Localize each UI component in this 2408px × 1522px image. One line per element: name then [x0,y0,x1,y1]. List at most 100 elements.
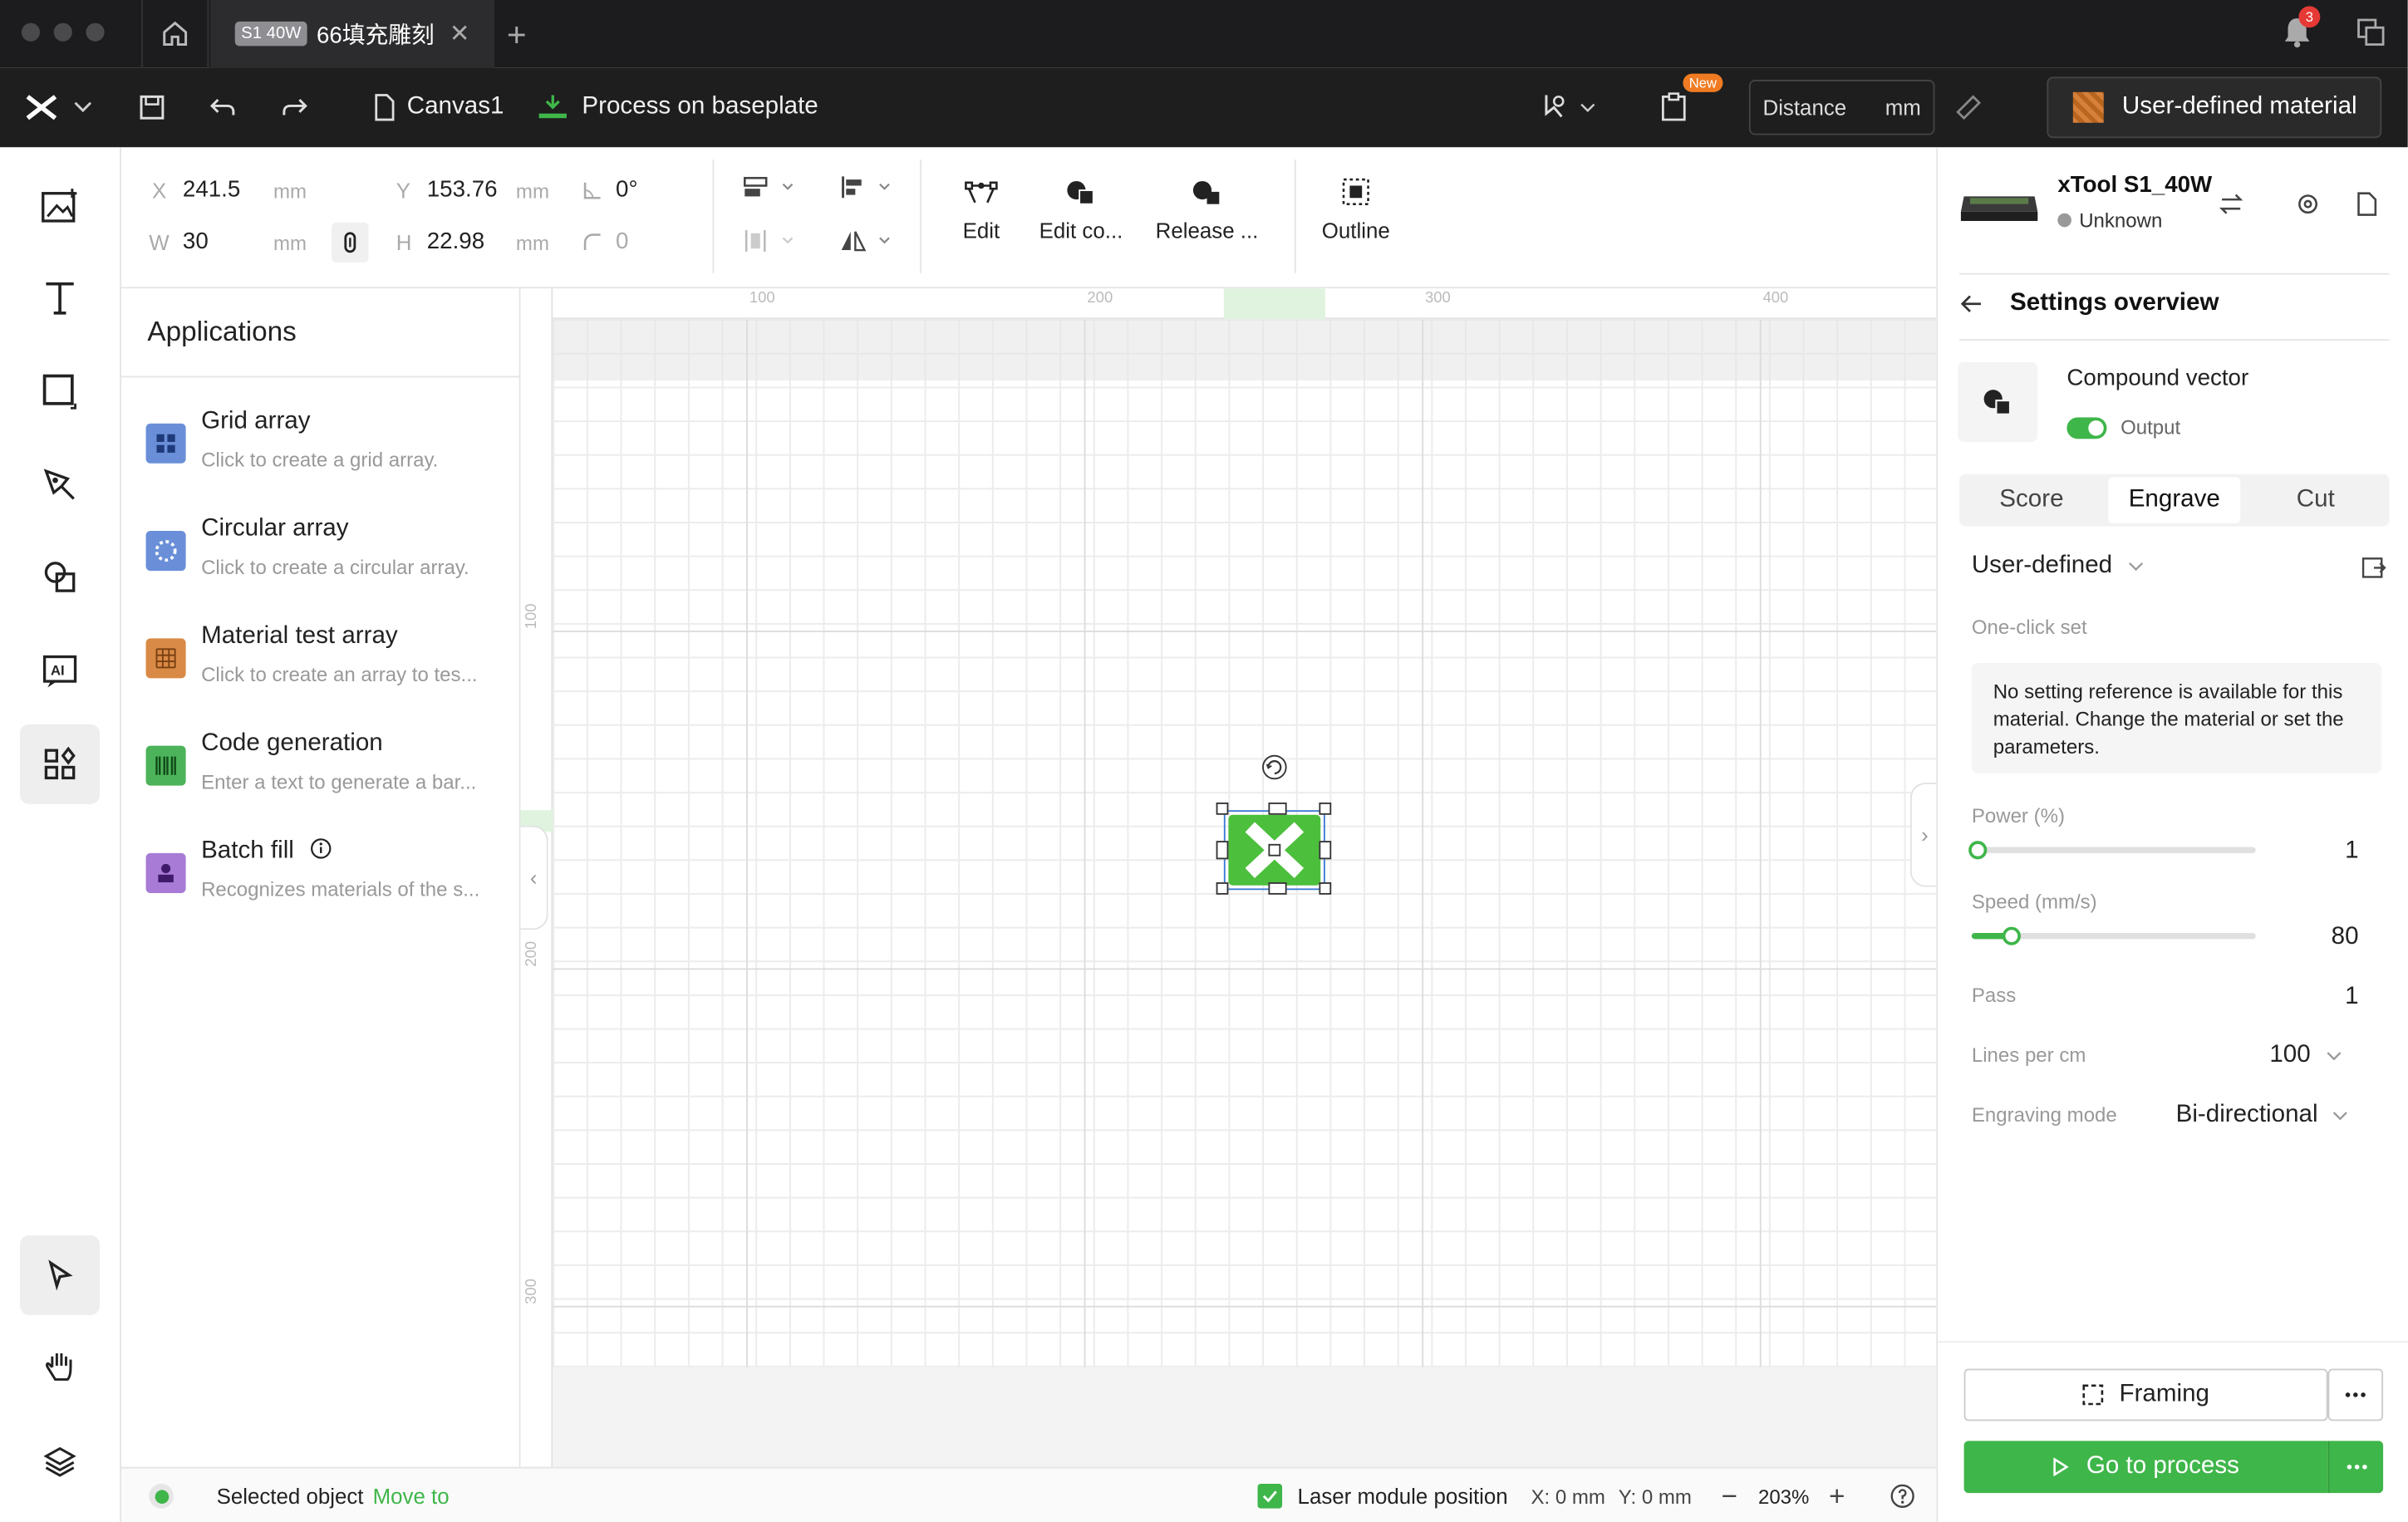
window-switch-button[interactable] [2357,18,2385,53]
edit-label: Edit [962,218,1000,243]
framing-button[interactable]: Framing [1963,1368,2328,1421]
compound-edit-icon [1067,180,1094,205]
clipboard-icon [1661,92,1686,121]
minimize-window-button[interactable] [53,22,72,42]
move-to-link[interactable]: Move to [373,1484,450,1509]
applications-tool-button[interactable] [20,724,101,804]
resize-handle[interactable] [1319,882,1332,895]
image-tool-button[interactable] [20,165,100,245]
grid-array-item[interactable]: Grid array Click to create a grid array. [145,408,499,500]
circular-array-item[interactable]: Circular array Click to create a circula… [145,516,499,608]
home-button[interactable] [141,0,209,68]
tab-cut[interactable]: Cut [2249,477,2381,523]
speed-slider-knob[interactable] [2002,926,2021,945]
power-value[interactable]: 1 [2307,837,2358,865]
x-input[interactable]: 241.5 [183,176,240,202]
pass-value[interactable]: 1 [2307,984,2358,1011]
process-mode-selector[interactable]: Process on baseplate [536,67,818,147]
power-slider-knob[interactable] [1968,841,1988,860]
select-tool-button[interactable] [20,1235,101,1315]
circular-array-icon [145,531,186,572]
framing-more-button[interactable] [2327,1368,2384,1421]
tab-score[interactable]: Score [1965,477,2097,523]
shape-tool-button[interactable] [20,351,100,431]
laser-position-toggle[interactable]: Laser module position [1257,1469,1508,1522]
pen-tool-button[interactable] [20,445,100,525]
laser-mode-button[interactable] [1541,67,1596,147]
tab-engrave[interactable]: Engrave [2108,477,2241,523]
lines-per-cm-select[interactable]: 100 [2269,1042,2341,1069]
resize-handle[interactable] [1216,802,1229,815]
document-tab[interactable]: S1 40W 66填充雕刻 ✕ [210,0,495,68]
divider [1959,272,2390,275]
resize-handle[interactable] [1319,802,1332,815]
zoom-window-button[interactable] [86,22,105,42]
design-canvas[interactable]: 100 200 300 400 100 200 300 ‹ [520,288,1937,1467]
center-handle[interactable] [1268,843,1281,857]
grid-line [553,968,1937,970]
distance-input[interactable]: Distance mm [1748,80,1935,135]
code-generation-item[interactable]: Code generation Enter a text to generate… [145,730,499,822]
close-tab-icon[interactable]: ✕ [450,18,470,49]
width-input[interactable]: 30 [183,228,209,254]
power-slider[interactable] [1968,841,2256,860]
rotation-input[interactable]: 0° [616,176,638,202]
material-test-array-item[interactable]: Material test array Click to create an a… [145,623,499,715]
rotate-handle[interactable] [1261,754,1288,781]
undo-button[interactable] [209,67,236,147]
release-compound-button[interactable]: Release ... [1146,178,1269,243]
info-icon[interactable] [310,837,332,859]
speed-slider[interactable] [1971,926,2256,945]
text-tool-button[interactable] [20,258,100,337]
batch-fill-item[interactable]: Batch fill Recognizes materials of the s… [145,837,499,930]
engraving-mode-select[interactable]: Bi-directional [2176,1102,2349,1129]
align-button[interactable] [840,175,902,206]
arrange-button[interactable] [743,175,804,206]
hand-tool-button[interactable] [20,1328,100,1407]
collapse-right-panel-button[interactable]: › [1909,782,1939,887]
collapse-left-panel-button[interactable]: ‹ [520,825,548,930]
lock-ratio-button[interactable] [332,222,369,263]
resize-handle[interactable] [1216,841,1229,860]
zoom-level[interactable]: 203% [1758,1469,1809,1522]
checkbox-checked-icon[interactable] [1257,1484,1283,1509]
material-selector[interactable]: User-defined material [2047,76,2382,139]
canvas-selector[interactable]: Canvas1 [373,67,504,147]
height-input[interactable]: 22.98 [427,228,484,254]
measure-button[interactable] [1953,67,1984,147]
edit-compound-button[interactable]: Edit co... [1020,178,1143,243]
switch-device-icon[interactable] [2219,194,2243,215]
apps-grid-icon [44,746,76,780]
process-more-button[interactable] [2327,1441,2384,1494]
selection-ruler-marker [1223,288,1325,320]
help-button[interactable] [1890,1469,1915,1522]
resize-handle[interactable] [1268,802,1287,815]
new-tab-button[interactable]: + [507,15,527,55]
device-settings-icon[interactable] [2296,192,2321,217]
ai-tool-button[interactable]: AI [20,631,100,710]
flip-button[interactable] [840,228,902,259]
resize-handle[interactable] [1216,882,1229,895]
save-button[interactable] [138,67,165,147]
zoom-in-button[interactable]: + [1829,1469,1845,1522]
combine-tool-button[interactable] [20,537,100,616]
corner-radius-input[interactable]: 0 [616,228,628,254]
resize-handle[interactable] [1268,882,1287,895]
app-menu-button[interactable] [25,67,92,147]
redo-button[interactable] [281,67,308,147]
outline-button[interactable]: Outline [1295,178,1418,243]
export-settings-icon[interactable] [2361,556,2386,581]
go-to-process-button[interactable]: Go to process [1963,1441,2328,1494]
back-arrow-icon[interactable] [1960,295,1983,313]
preset-dropdown[interactable]: User-defined [1972,552,2143,580]
output-toggle[interactable] [2066,417,2107,439]
layers-tool-button[interactable] [20,1421,100,1500]
y-input[interactable]: 153.76 [427,176,498,202]
more-icon [2346,1464,2366,1470]
close-window-button[interactable] [21,22,41,42]
zoom-out-button[interactable]: − [1722,1469,1737,1522]
save-settings-icon[interactable] [2356,192,2377,217]
speed-value[interactable]: 80 [2307,924,2359,951]
resize-handle[interactable] [1319,841,1332,860]
shapes-icon [44,562,76,592]
